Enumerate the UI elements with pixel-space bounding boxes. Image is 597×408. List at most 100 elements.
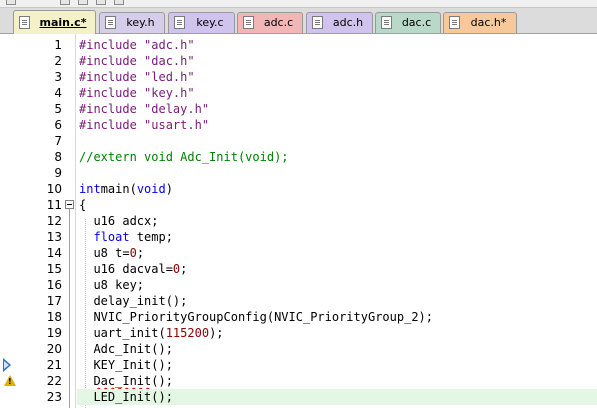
- code-line[interactable]: 16 u8 key;: [0, 277, 597, 293]
- tab-label: dac.c: [401, 16, 432, 29]
- code-token: #include: [79, 86, 145, 100]
- code-text[interactable]: Adc_Init();: [79, 341, 173, 357]
- code-text[interactable]: #include "adc.h": [79, 37, 195, 53]
- code-token: "adc.h": [144, 38, 195, 52]
- code-line[interactable]: 22 Dac_Init();: [0, 373, 597, 389]
- code-token: u16 dacval=: [79, 262, 173, 276]
- code-text[interactable]: Dac_Init();: [79, 373, 173, 389]
- code-line[interactable]: 20 Adc_Init();: [0, 341, 597, 357]
- line-number: 4: [54, 86, 62, 100]
- code-text[interactable]: #include "led.h": [79, 69, 195, 85]
- tab-dac-h[interactable]: dac.h*: [443, 12, 517, 33]
- code-token: 0: [129, 246, 137, 260]
- code-line[interactable]: 4 #include "key.h": [0, 85, 597, 101]
- code-line[interactable]: 9: [0, 165, 597, 181]
- code-line[interactable]: 12 u16 adcx;: [0, 213, 597, 229]
- code-text[interactable]: u8 key;: [79, 277, 144, 293]
- line-number: 2: [54, 54, 62, 68]
- code-line[interactable]: 7: [0, 133, 597, 149]
- code-token: "delay.h": [144, 102, 210, 116]
- c-file-icon: [243, 16, 254, 29]
- code-text[interactable]: u16 dacval=0;: [79, 261, 187, 277]
- code-line[interactable]: 15 u16 dacval=0;: [0, 261, 597, 277]
- code-token: #include: [79, 70, 145, 84]
- toolbar-icon[interactable]: [96, 0, 106, 5]
- warning-icon: !: [4, 375, 16, 386]
- code-line[interactable]: 10 intmain(void): [0, 181, 597, 197]
- code-token: KEY_Init();: [79, 358, 173, 372]
- code-line[interactable]: 13 float temp;: [0, 229, 597, 245]
- code-token: int: [79, 182, 101, 196]
- line-number: 3: [54, 70, 62, 84]
- toolbar-icon[interactable]: [114, 0, 124, 5]
- code-text[interactable]: LED_Init();: [79, 389, 172, 405]
- toolbar-icon[interactable]: [78, 0, 88, 5]
- code-text[interactable]: u16 adcx;: [79, 213, 158, 229]
- code-line[interactable]: 11 {: [0, 197, 597, 213]
- code-text[interactable]: uart_init(115200);: [79, 325, 223, 341]
- code-text[interactable]: NVIC_PriorityGroupConfig(NVIC_PriorityGr…: [79, 309, 433, 325]
- tab-label: dac.h*: [470, 16, 507, 29]
- editor-tab-bar: main.c* key.h key.c adc.c adc.h dac.c da…: [0, 8, 597, 34]
- tab-adc-c[interactable]: adc.c: [237, 12, 303, 33]
- code-line[interactable]: 2 #include "dac.h": [0, 53, 597, 69]
- code-token: ();: [151, 374, 173, 388]
- code-text[interactable]: {: [79, 197, 86, 213]
- code-text[interactable]: intmain(void): [79, 181, 173, 197]
- code-line[interactable]: 3 #include "led.h": [0, 69, 597, 85]
- tab-adc-h[interactable]: adc.h: [306, 12, 373, 33]
- code-text[interactable]: #include "dac.h": [79, 53, 195, 69]
- line-number: 7: [54, 134, 62, 148]
- code-text[interactable]: delay_init();: [79, 293, 187, 309]
- code-text[interactable]: #include "key.h": [79, 85, 195, 101]
- line-number: 8: [54, 150, 62, 164]
- code-line[interactable]: 19 uart_init(115200);: [0, 325, 597, 341]
- tab-key-c[interactable]: key.c: [168, 12, 235, 33]
- code-token: float: [93, 230, 130, 244]
- code-line[interactable]: 6 #include "usart.h": [0, 117, 597, 133]
- line-number: 13: [46, 230, 62, 244]
- line-number: 18: [46, 310, 62, 324]
- code-token: {: [79, 198, 87, 212]
- toolbar-icon[interactable]: [6, 0, 16, 5]
- toolbar-icon[interactable]: [60, 0, 70, 5]
- c-file-icon: [381, 16, 392, 29]
- tab-dac-c[interactable]: dac.c: [375, 12, 441, 33]
- code-line[interactable]: 5 #include "delay.h": [0, 101, 597, 117]
- code-text[interactable]: #include "usart.h": [79, 117, 209, 133]
- line-number: 16: [46, 278, 62, 292]
- code-text[interactable]: KEY_Init();: [79, 357, 173, 373]
- code-text[interactable]: u8 t=0;: [79, 245, 144, 261]
- toolbar: [0, 0, 597, 8]
- code-text[interactable]: float temp;: [79, 229, 173, 245]
- line-number: 6: [54, 118, 62, 132]
- code-line[interactable]: 21 KEY_Init();: [0, 357, 597, 373]
- code-token-error: Dac_Init: [93, 374, 152, 388]
- code-line[interactable]: 1 #include "adc.h": [0, 37, 597, 53]
- line-number: 14: [46, 246, 62, 260]
- code-token: Adc_Init();: [79, 342, 173, 356]
- code-line[interactable]: 14 u8 t=0;: [0, 245, 597, 261]
- code-line[interactable]: 8 //extern void Adc_Init(void);: [0, 149, 597, 165]
- fold-collapse-icon[interactable]: [65, 200, 74, 209]
- code-line[interactable]: 18 NVIC_PriorityGroupConfig(NVIC_Priorit…: [0, 309, 597, 325]
- code-token: "led.h": [144, 70, 195, 84]
- tab-label: adc.c: [263, 16, 294, 29]
- code-token: ;: [180, 262, 188, 276]
- line-number: 20: [46, 342, 62, 356]
- line-number: 1: [54, 38, 62, 52]
- code-text[interactable]: //extern void Adc_Init(void);: [79, 149, 289, 165]
- fold-guide: [69, 209, 70, 408]
- code-token: delay_init();: [79, 294, 188, 308]
- code-token: temp;: [129, 230, 173, 244]
- line-number: 17: [46, 294, 62, 308]
- tab-key-h[interactable]: key.h: [99, 12, 165, 33]
- code-line[interactable]: 17 delay_init();: [0, 293, 597, 309]
- code-token: "usart.h": [144, 118, 210, 132]
- code-text[interactable]: #include "delay.h": [79, 101, 209, 117]
- code-line[interactable]: 23 LED_Init();: [0, 389, 597, 405]
- code-token: ): [165, 182, 173, 196]
- tab-main-c[interactable]: main.c*: [13, 10, 96, 34]
